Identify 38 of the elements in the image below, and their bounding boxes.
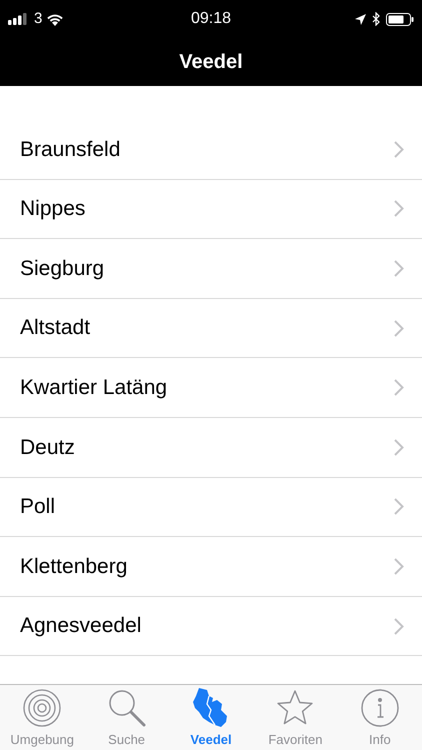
row-label: Agnesveedel [20,613,142,640]
chevron-icon [394,618,404,635]
battery-icon [386,12,414,26]
chevron-icon [394,379,404,396]
carrier-label: 3 [34,8,42,29]
tab-item[interactable]: Veedel [168,685,254,750]
row-label: Kwartier Latäng [20,374,168,401]
list-row[interactable]: Deutz [0,418,422,478]
chevron-icon [394,320,404,337]
list-row[interactable]: Poll [0,478,422,538]
search-icon [106,688,147,728]
row-label: Nippes [20,196,86,222]
row-label: Braunsfeld [20,136,122,163]
location-arrow-icon [355,14,366,24]
info-icon [360,688,400,728]
nav-title: Veedel [179,50,243,75]
row-label: Altstadt [20,315,92,342]
chevron-icon [394,140,404,158]
list-row[interactable]: Braunsfeld [0,120,422,180]
chevron-icon [394,558,404,575]
list-row[interactable]: Agnesveedel [0,596,422,656]
row-label: Siegburg [20,256,106,282]
clock-time: 09:18 [190,9,232,29]
row-label: Deutz [20,434,76,461]
chevron-icon [394,200,404,218]
row-label: Poll [20,494,56,520]
chevron-icon [394,260,404,277]
target-icon [22,688,62,728]
wifi-icon [46,12,64,26]
list-row[interactable]: Siegburg [0,239,422,299]
list-row[interactable]: Nippes [0,180,422,240]
chevron-icon [394,498,404,516]
list-row[interactable]: Kwartier Latäng [0,358,422,418]
row-label: Klettenberg [20,554,128,580]
list-row[interactable]: Klettenberg [0,537,422,597]
bluetooth-icon [372,12,380,26]
chevron-icon [394,438,404,456]
list-row[interactable]: Altstadt [0,298,422,358]
